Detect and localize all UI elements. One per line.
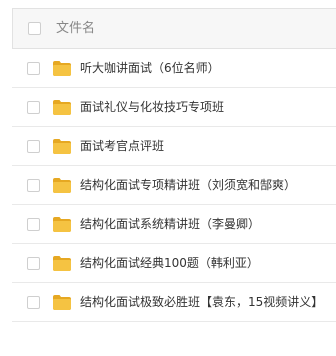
file-name[interactable]: 面试考官点评班 [80, 137, 164, 155]
file-row[interactable]: 结构化面试经典100题（韩利亚） [12, 244, 336, 283]
file-row[interactable]: 结构化面试专项精讲班（刘须宽和郜爽） [12, 166, 336, 205]
file-name[interactable]: 结构化面试系统精讲班（李曼卿） [80, 215, 260, 233]
file-row[interactable]: 结构化面试系统精讲班（李曼卿） [12, 205, 336, 244]
folder-icon [53, 256, 71, 271]
row-checkbox[interactable] [27, 257, 40, 270]
file-name[interactable]: 结构化面试经典100题（韩利亚） [80, 254, 259, 272]
folder-icon [53, 217, 71, 232]
file-name[interactable]: 结构化面试极致必胜班【袁东，15视频讲义】 [80, 293, 323, 311]
file-list-header: 文件名 [12, 8, 336, 49]
file-row[interactable]: 结构化面试极致必胜班【袁东，15视频讲义】 [12, 283, 336, 322]
row-checkbox[interactable] [27, 101, 40, 114]
folder-icon [53, 295, 71, 310]
file-name[interactable]: 听大咖讲面试（6位名师） [80, 59, 220, 77]
row-checkbox[interactable] [27, 296, 40, 309]
row-checkbox[interactable] [27, 140, 40, 153]
folder-icon [53, 178, 71, 193]
filename-column-header[interactable]: 文件名 [56, 20, 95, 38]
file-list: 听大咖讲面试（6位名师） 面试礼仪与化妆技巧专项班 面试考官点评班 结构化面试专… [12, 49, 336, 322]
folder-icon [53, 61, 71, 76]
folder-icon [53, 139, 71, 154]
row-checkbox[interactable] [27, 179, 40, 192]
row-checkbox[interactable] [27, 62, 40, 75]
file-name[interactable]: 面试礼仪与化妆技巧专项班 [80, 98, 224, 116]
file-row[interactable]: 面试考官点评班 [12, 127, 336, 166]
file-name[interactable]: 结构化面试专项精讲班（刘须宽和郜爽） [80, 176, 296, 194]
folder-icon [53, 100, 71, 115]
row-checkbox[interactable] [27, 218, 40, 231]
file-row[interactable]: 听大咖讲面试（6位名师） [12, 49, 336, 88]
file-row[interactable]: 面试礼仪与化妆技巧专项班 [12, 88, 336, 127]
select-all-checkbox[interactable] [28, 22, 41, 35]
